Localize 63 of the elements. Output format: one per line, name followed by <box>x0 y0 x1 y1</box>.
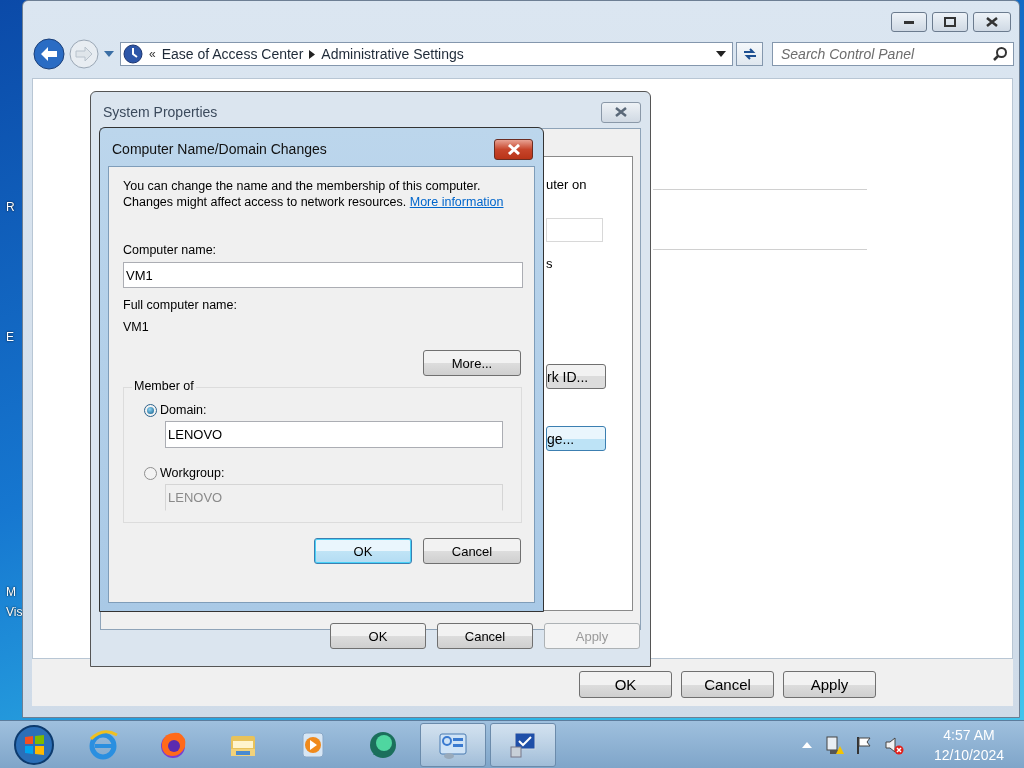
desktop-icon-label[interactable]: M <box>6 585 16 599</box>
breadcrumb-arrow-icon[interactable] <box>309 49 316 59</box>
dialog-button[interactable]: Cancel <box>437 623 533 649</box>
maximize-button[interactable] <box>932 12 968 32</box>
radio-option[interactable]: Domain: <box>144 402 207 418</box>
dialog-button[interactable]: OK <box>330 623 426 649</box>
radio-option[interactable]: Workgroup: <box>144 465 225 481</box>
refresh-icon <box>741 47 758 61</box>
flag-tray-button[interactable] <box>855 735 872 754</box>
dropdown-arrow-icon[interactable] <box>716 51 726 57</box>
close-icon <box>506 143 521 155</box>
full-computer-name: VM1 <box>123 320 150 334</box>
settings-button[interactable]: rk ID... <box>546 364 606 389</box>
refresh-button[interactable] <box>736 42 763 66</box>
taskbar-button[interactable] <box>490 722 556 767</box>
desktop-icon-label[interactable]: E <box>6 330 14 344</box>
minimize-icon <box>904 20 914 24</box>
desktop-icon-label[interactable]: R <box>6 200 15 214</box>
network-tray-button[interactable] <box>823 734 844 755</box>
dialog-button[interactable]: Apply <box>783 671 876 698</box>
clock-time: 4:57 AM <box>943 725 995 745</box>
computer-name-field[interactable]: VM1 <box>123 262 523 288</box>
desktop-icon-label[interactable]: Vis <box>6 605 23 619</box>
breadcrumb-item[interactable]: Ease of Access Center <box>161 46 304 62</box>
text-field[interactable]: LENOVO <box>165 421 503 448</box>
field-label: Full computer name: <box>123 298 238 312</box>
description-text: uter on <box>546 177 587 192</box>
back-button[interactable] <box>33 38 65 70</box>
more-button[interactable]: More... <box>423 350 521 376</box>
taskbar-button[interactable] <box>420 722 486 767</box>
breadcrumb-item[interactable]: Administrative Settings <box>321 46 464 62</box>
more-information-link[interactable]: More information <box>409 195 504 209</box>
search-field[interactable]: Search Control Panel <box>772 42 1014 66</box>
settings-button[interactable]: ge... <box>546 426 606 451</box>
clock-date: 12/10/2024 <box>933 745 1004 765</box>
minimize-button[interactable] <box>891 12 927 32</box>
text-field[interactable] <box>546 218 603 242</box>
address-bar[interactable]: « Ease of Access Center Administrative Settings <box>120 42 733 66</box>
search-icon <box>992 46 1008 62</box>
flag-icon <box>855 735 872 754</box>
up-arrow-icon <box>801 741 812 748</box>
dialog-button[interactable]: OK <box>579 671 672 698</box>
close-button[interactable] <box>601 101 641 123</box>
browser-icon <box>87 728 119 761</box>
description-text: s <box>546 256 553 271</box>
muted-speaker-icon <box>883 734 904 755</box>
field-label: Computer name: <box>123 243 218 257</box>
description-text: You can change the name and the membership of this computer. Changes might affect access to network resources. More information <box>123 178 505 210</box>
dialog-button[interactable]: Cancel <box>423 538 521 564</box>
window-title: Computer Name/Domain Changes <box>112 141 327 157</box>
overflow-chevron[interactable]: « <box>149 47 156 61</box>
close-icon <box>986 17 998 27</box>
start-button[interactable] <box>12 722 56 767</box>
close-button[interactable] <box>494 138 533 160</box>
volume-tray-button[interactable] <box>883 734 904 755</box>
dialog-button[interactable]: Cancel <box>681 671 774 698</box>
windows-logo-icon <box>12 722 56 767</box>
dialog-button[interactable]: OK <box>314 538 412 564</box>
close-icon <box>614 107 628 117</box>
network-warning-icon <box>823 734 844 755</box>
group-label: Member of <box>132 379 196 393</box>
window-title: System Properties <box>103 104 218 120</box>
close-button[interactable] <box>973 12 1011 32</box>
